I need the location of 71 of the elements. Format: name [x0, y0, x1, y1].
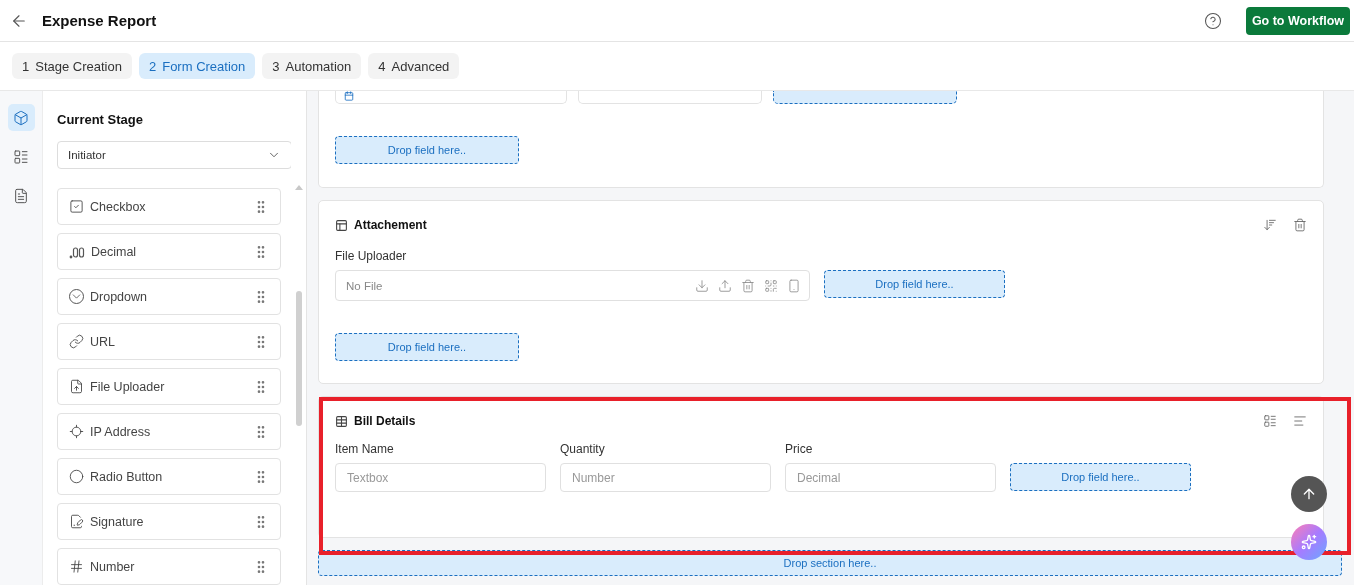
field-type-label: Dropdown: [90, 289, 148, 304]
go-to-workflow-button[interactable]: Go to Workflow: [1245, 6, 1350, 35]
panel-icon: [335, 218, 348, 232]
field-type-label: Number: [90, 559, 136, 574]
field-type-item[interactable]: IP Address: [57, 413, 281, 450]
sort-icon: [1263, 218, 1277, 232]
calendar-icon: [344, 91, 354, 101]
file-name-input[interactable]: No File: [336, 271, 686, 300]
layout-icon: [1263, 414, 1277, 428]
drop-zone: Drop field here..: [335, 333, 519, 361]
section-title: Attachement: [354, 218, 428, 232]
field-label: File Uploader: [335, 249, 408, 263]
sparkles-icon: [1301, 534, 1317, 550]
link-icon: [69, 334, 84, 349]
sort-button[interactable]: [1263, 218, 1277, 232]
field-type-item[interactable]: Dropdown: [57, 278, 281, 315]
input-field[interactable]: Decimal: [785, 463, 996, 492]
file-upload-icon: [69, 379, 84, 394]
download-icon: [695, 278, 709, 293]
upload-icon: [718, 278, 732, 293]
field-type-item[interactable]: Signature: [57, 503, 281, 540]
field-type-label: Checkbox: [90, 199, 147, 214]
field-type-label: IP Address: [90, 424, 152, 439]
step-tab[interactable]: 2 Form Creation: [138, 53, 256, 79]
input-field[interactable]: Number: [560, 463, 771, 492]
field-type-label: URL: [90, 334, 116, 349]
device-icon: [787, 278, 801, 293]
drop-zone: Drop field here..: [335, 136, 519, 164]
layout-icon: [13, 148, 29, 165]
delete-button[interactable]: [1293, 218, 1307, 232]
help-button[interactable]: [1203, 11, 1222, 30]
field-type-item[interactable]: Radio Button: [57, 458, 281, 495]
scan-icon: [764, 278, 778, 293]
help-icon: [1203, 11, 1222, 30]
page-title: Expense Report: [42, 12, 158, 29]
cube-icon: [13, 109, 29, 126]
field-type-label: Signature: [90, 514, 145, 529]
stage-select[interactable]: Initiator: [57, 141, 291, 169]
step-tab[interactable]: 3 Automation: [262, 53, 362, 79]
layout-button[interactable]: [1263, 414, 1277, 428]
cube-tab[interactable]: [7, 104, 35, 131]
field-label: Item Name: [335, 442, 395, 456]
delete-icon: [1293, 218, 1307, 232]
drop-zone: Drop field here..: [1010, 463, 1191, 491]
panel-title: Current Stage: [57, 112, 144, 127]
document-icon: [13, 187, 29, 204]
hash-icon: [69, 559, 84, 574]
step-tab[interactable]: 1 Stage Creation: [12, 53, 132, 79]
table-icon: [335, 414, 348, 428]
field-type-item[interactable]: Checkbox: [57, 188, 281, 225]
field-type-item[interactable]: Decimal: [57, 233, 281, 270]
field-type-item[interactable]: Number: [57, 548, 281, 585]
checkbox-icon: [69, 199, 84, 214]
section-title: Bill Details: [354, 414, 417, 428]
field-type-label: File Uploader: [90, 379, 166, 394]
field-type-label: Radio Button: [90, 469, 164, 484]
delete-icon: [741, 278, 755, 293]
drop-zone: Drop field here..: [824, 270, 1005, 298]
decimal-icon: [69, 244, 85, 259]
file-uploader-field[interactable]: No File: [335, 270, 810, 301]
radio-icon: [69, 469, 84, 484]
field-label: Price: [785, 442, 814, 456]
signature-icon: [69, 514, 84, 529]
field-type-item[interactable]: URL: [57, 323, 281, 360]
field-label: Quantity: [560, 442, 606, 456]
input-field[interactable]: Textbox: [335, 463, 546, 492]
align-left-icon: [1293, 414, 1307, 428]
crosshair-icon: [69, 424, 84, 439]
step-tab[interactable]: 4 Advanced: [368, 53, 460, 79]
field-type-item[interactable]: File Uploader: [57, 368, 281, 405]
field-type-label: Decimal: [91, 244, 138, 259]
